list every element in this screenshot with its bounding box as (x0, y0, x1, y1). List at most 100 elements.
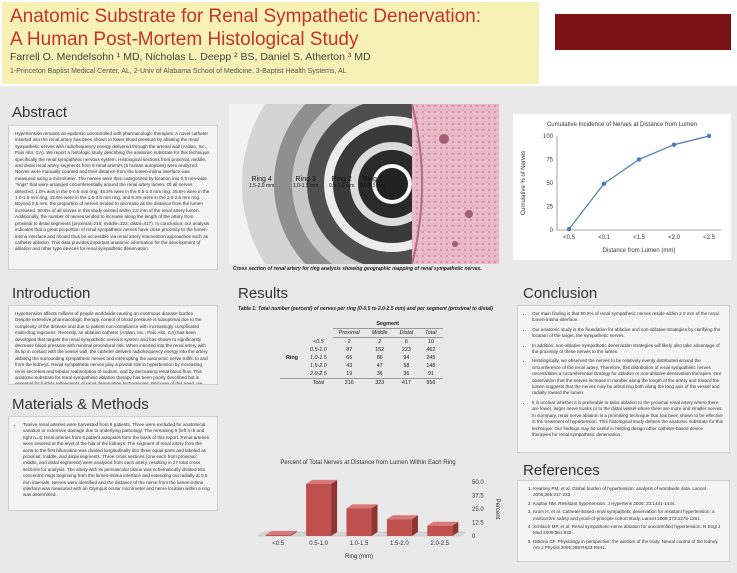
institution-logo-block (555, 14, 731, 50)
introduction-text: Hypertension affects millions of people … (15, 311, 208, 385)
bar-y-tick: 50.0 (472, 480, 484, 486)
ring-row-label: Ring (286, 354, 298, 361)
table-cell: 19 (346, 371, 353, 377)
reference-item: Kearney PM, et al. Global burden of hype… (533, 486, 723, 499)
table-cell: 2 (378, 339, 382, 345)
conclusion-panel: Our main finding is that 90.5% of renal … (517, 305, 730, 453)
reference-item: Kaplan NM. Resistant hypertension. J Hyp… (533, 501, 723, 507)
table-cell: 10 (427, 339, 434, 345)
line-x-tick: <0.5 (563, 235, 576, 241)
table-cell: 245 (426, 355, 436, 361)
abstract-panel: Hypertension remains an epidemic uncontr… (8, 125, 218, 270)
conclusion-item: Our anatomic study is the foundation for… (532, 327, 723, 340)
line-point (636, 157, 642, 162)
bar-x-tick: 1.5-2.0 (390, 541, 409, 547)
cumulative-chart-svg: Cumulative Incidence of Nerves at Distan… (521, 122, 721, 254)
materials-heading: Materials & Methods (12, 396, 149, 413)
materials-panel: Twelve renal arteries were harvested fro… (8, 416, 218, 511)
abstract-heading: Abstract (12, 104, 68, 121)
table-cell: 91 (427, 371, 434, 377)
line-x-tick: <0.1 (598, 235, 611, 241)
table-cell: 36 (376, 371, 383, 377)
conclusion-heading: Conclusion (523, 285, 598, 302)
line-series (568, 135, 710, 230)
line-x-tick: <1.5 (633, 235, 646, 241)
conclusion-item: Histologically, we observed the nerves t… (532, 358, 723, 396)
table-total-row: Total 216 323 417 956 (280, 378, 443, 388)
cross-section-figure: Ring 4 1.5-2.0 mm Ring 3 1.0-1.5 mm Ring… (229, 104, 499, 264)
line-point (671, 142, 677, 147)
table-cell: 462 (426, 347, 436, 353)
line-point (566, 226, 572, 232)
materials-text: Twelve renal arteries were harvested fro… (23, 422, 211, 499)
row-ring: <0.5 (313, 338, 324, 345)
table-cell: 6 (404, 339, 408, 345)
bar (265, 534, 291, 536)
line-y-tick: 100 (543, 134, 554, 140)
table-row: 0.5-1.0 87 152 223 462 (280, 346, 443, 354)
conclusion-item: Our main finding is that 90.5% of renal … (532, 311, 723, 324)
table-row: 1.5-2.0 43 47 58 148 (280, 362, 443, 370)
bar-chart: Percent of Total Nerves at Distance from… (238, 452, 508, 568)
col-distal: Distal (393, 328, 420, 338)
ring-2-label: Ring 2 0.5-1.0 mm (329, 176, 354, 189)
reference-item: Schlaich MP, et al. Renal sympathetic-ne… (533, 524, 723, 537)
line-y-tick: 0 (550, 228, 554, 234)
bar (386, 519, 412, 536)
line-y-tick: 25 (546, 205, 553, 211)
row-ring: 2.0-2.5 (309, 371, 327, 377)
bar-side (331, 479, 338, 536)
ring-1-name: Ring 1 (362, 176, 383, 183)
table-cell: 43 (346, 363, 353, 369)
table-cell: 148 (426, 363, 436, 369)
ring-3-name: Ring 3 (295, 176, 316, 183)
conclusion-item: In addition, non-ablative sympathetic de… (532, 343, 723, 356)
references-panel: Kearney PM, et al. Global burden of hype… (517, 480, 730, 562)
bar-y-tick: 12.5 (472, 521, 484, 527)
bar-y-tick: 0 (472, 534, 476, 540)
authors: Farrell O. Mendelsohn ¹ MD, Nicholas L. … (10, 51, 371, 63)
bar-side (371, 504, 378, 536)
bar-chart-svg: Percent of Total Nerves at Distance from… (257, 460, 500, 560)
ring-4-range: 1.5-2.0 mm (249, 183, 275, 189)
line-x-tick: <2.0 (668, 235, 681, 241)
table-row: 1.0-1.5 65 86 94 245 (280, 354, 443, 362)
bar (306, 483, 332, 536)
total-label: Total (312, 380, 325, 386)
ring-3-label: Ring 3 1.0-1.5 mm (293, 176, 318, 189)
results-heading: Results (238, 285, 289, 302)
introduction-panel: Hypertension affects millions of people … (8, 305, 218, 385)
references-list: Kearney PM, et al. Global burden of hype… (524, 486, 723, 552)
line-point (601, 181, 607, 186)
table-cell: 323 (375, 380, 385, 386)
conclusion-list: Our main finding is that 90.5% of renal … (524, 311, 723, 438)
row-ring: 0.5-1.0 (309, 347, 327, 353)
table-cell: 94 (403, 355, 410, 361)
table-row: Ring <0.5 2 2 6 10 (280, 338, 443, 361)
ring-1-range: 0.0-0.5 mm (360, 183, 386, 189)
ring-2-name: Ring 2 (331, 176, 352, 183)
introduction-heading: Introduction (12, 285, 91, 302)
bar-chart-title: Percent of Total Nerves at Distance from… (280, 460, 455, 466)
line-y-tick: 50 (546, 181, 553, 187)
bar (427, 525, 453, 536)
bar-x-tick: 1.0-1.5 (350, 541, 369, 547)
bar-x-label: Ring (mm) (345, 554, 373, 560)
poster-title-line1: Anatomic Substrate for Renal Sympathetic… (10, 6, 482, 27)
ring-4-name: Ring 4 (251, 176, 272, 183)
table-cell: 86 (376, 355, 383, 361)
conclusion-item: It is unclear whether it is preferable t… (532, 400, 723, 438)
table-cell: 417 (401, 380, 411, 386)
col-middle: Middle (365, 328, 394, 338)
table-cell: 47 (376, 363, 383, 369)
table-cell: 58 (403, 363, 410, 369)
table-cell: 36 (403, 371, 410, 377)
results-table-wrap: Segment Proximal Middle Distal Total Rin… (280, 320, 443, 387)
bar (346, 508, 372, 536)
bar-y-tick: 25.0 (472, 507, 484, 513)
reference-item: Krum H, et al. Catheter-based renal symp… (533, 509, 723, 522)
bar-y-label: Percent (494, 499, 500, 520)
figure-caption: Cross section of renal artery for ring a… (233, 266, 482, 272)
poster-title-line2: A Human Post-Mortem Histological Study (10, 29, 359, 50)
row-ring: 1.5-2.0 (309, 363, 327, 369)
